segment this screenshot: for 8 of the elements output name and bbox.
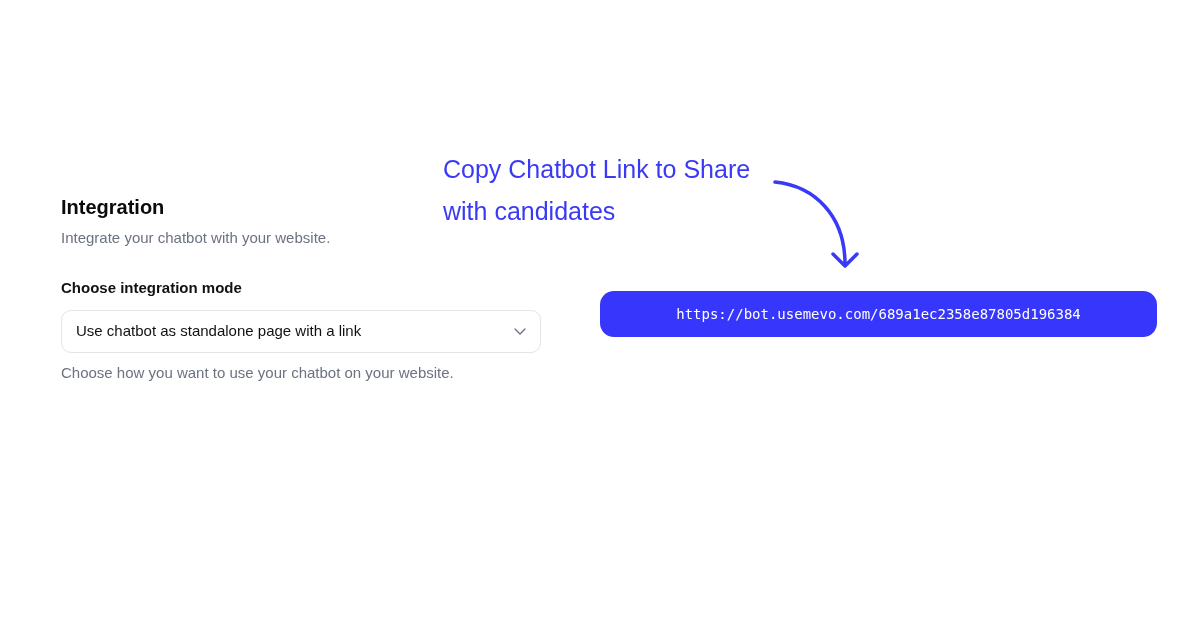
section-title: Integration xyxy=(61,195,165,220)
help-text: Choose how you want to use your chatbot on your website. xyxy=(61,363,454,383)
integration-mode-select[interactable]: Use chatbot as standalone page with a link xyxy=(61,310,541,353)
chevron-down-icon xyxy=(514,328,526,335)
annotation-text: Copy Chatbot Link to Share with candidates xyxy=(443,154,751,227)
section-subtitle: Integrate your chatbot with your website. xyxy=(61,228,331,248)
chatbot-link-button[interactable]: https://bot.usemevo.com/689a1ec2358e87805d196384 xyxy=(600,291,1157,337)
field-label: Choose integration mode xyxy=(61,278,242,298)
